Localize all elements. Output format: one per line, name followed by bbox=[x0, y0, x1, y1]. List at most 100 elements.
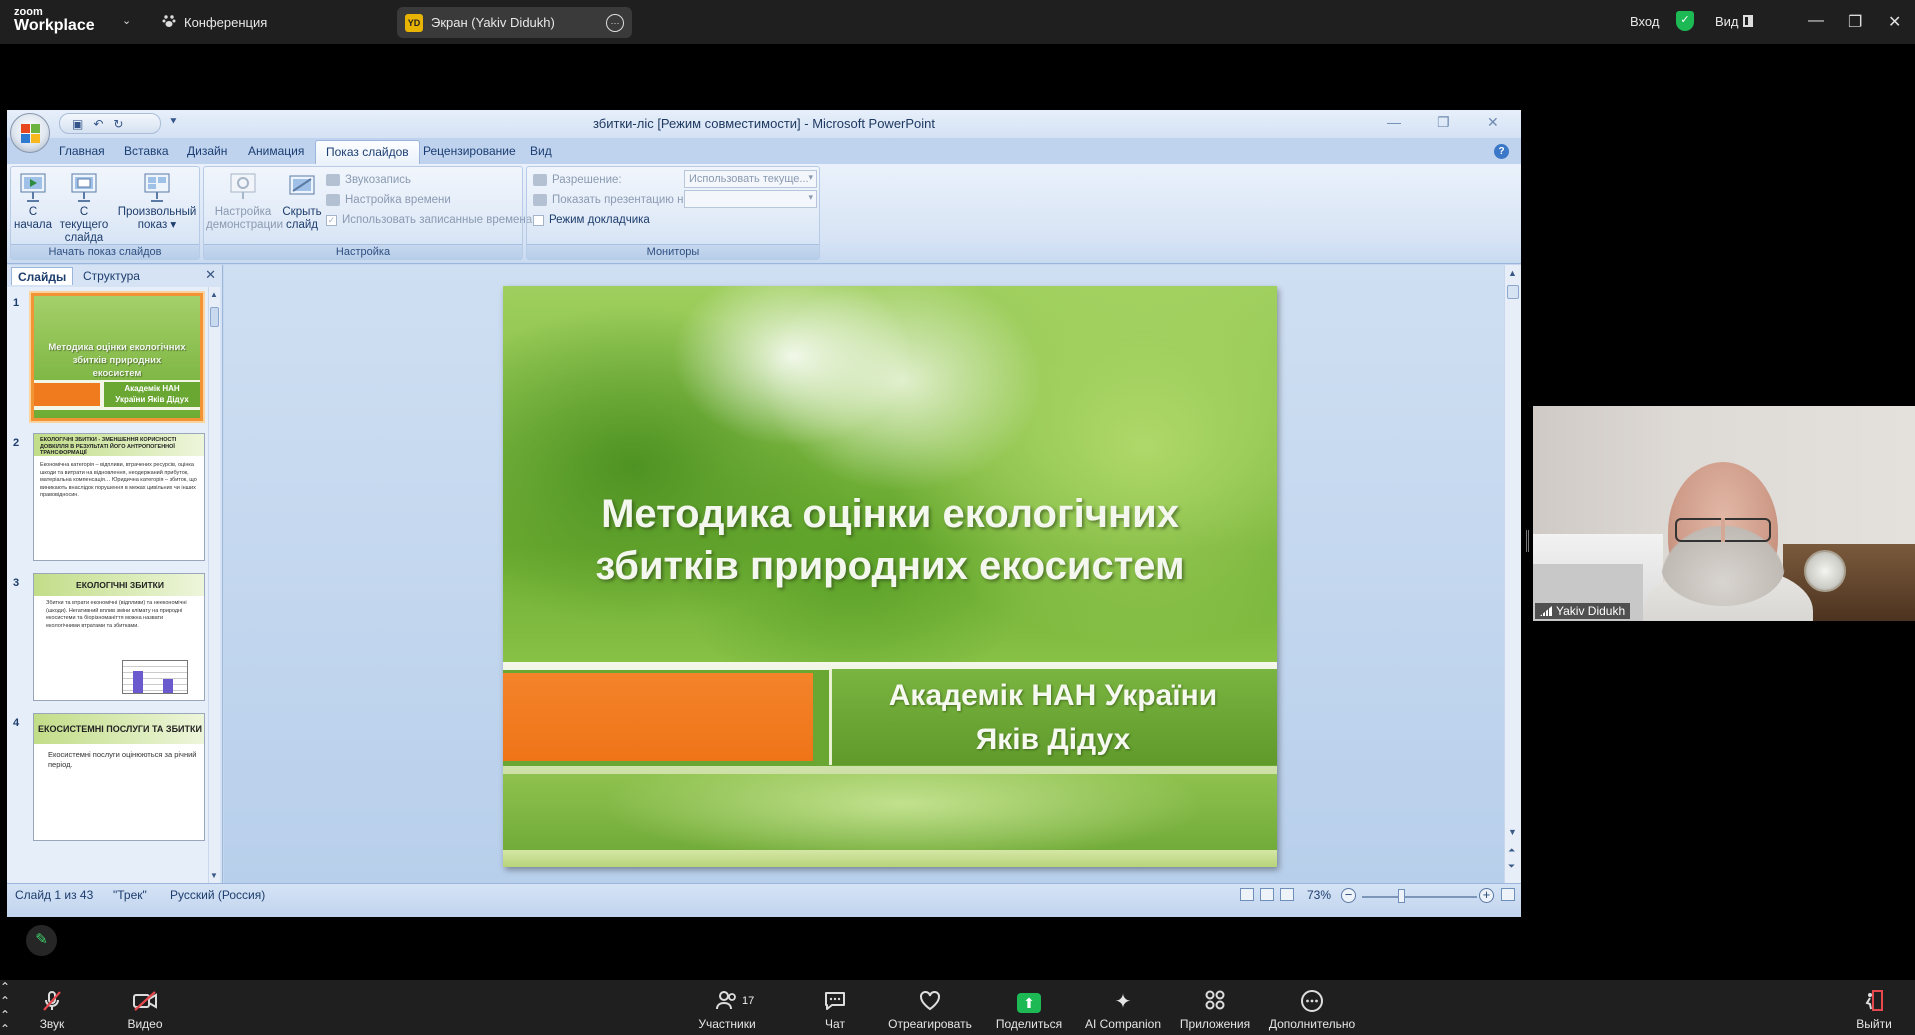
heart-icon bbox=[884, 989, 976, 1017]
from-beginning-button[interactable]: С начала bbox=[13, 171, 53, 232]
customize-qat-icon[interactable]: ⯆ bbox=[169, 116, 178, 129]
signin-button[interactable]: Вход bbox=[1630, 14, 1659, 29]
apps-button[interactable]: Приложения bbox=[1176, 980, 1254, 1035]
participants-button[interactable]: Участники bbox=[692, 980, 762, 1035]
thumb-number: 1 bbox=[13, 297, 20, 309]
slide-thumbnail-3[interactable]: ЕКОЛОГІЧНІ ЗБИТКИ Збитки та втрати еконо… bbox=[33, 573, 205, 701]
record-narration-button[interactable]: Звукозапись bbox=[326, 171, 411, 189]
resolution-select[interactable]: Использовать текуще... ▾ bbox=[684, 170, 817, 188]
panel-close-icon[interactable]: ✕ bbox=[205, 267, 216, 283]
ribbon: С начала С текущего слайда Произвольный … bbox=[7, 164, 1521, 264]
current-slide[interactable]: Методика оцінки екологічних збитків прир… bbox=[503, 286, 1277, 867]
ppt-close-icon[interactable]: ✕ bbox=[1487, 114, 1499, 131]
slide-counter: Слайд 1 из 43 bbox=[15, 888, 94, 902]
ppt-minimize-icon[interactable]: — bbox=[1387, 114, 1401, 130]
ppt-restore-icon[interactable]: ❐ bbox=[1437, 114, 1450, 131]
help-icon[interactable]: ? bbox=[1494, 144, 1509, 159]
slide-thumbnail-1[interactable]: Методика оцінки екологічних збитків прир… bbox=[31, 293, 203, 421]
react-button[interactable]: Отреагировать bbox=[884, 980, 976, 1035]
thumbnail-scrollbar[interactable]: ▲ ▼ bbox=[208, 287, 220, 883]
scroll-thumb[interactable] bbox=[1507, 285, 1519, 299]
scroll-down-icon[interactable]: ▼ bbox=[210, 871, 218, 880]
zoom-in-icon[interactable]: + bbox=[1479, 888, 1494, 903]
conference-menu[interactable]: Конференция bbox=[162, 14, 267, 31]
ppt-title: збитки-ліс [Режим совместимости] - Micro… bbox=[592, 116, 936, 131]
dropdown-arrow-icon: ▾ bbox=[808, 192, 813, 202]
participant-video-tile[interactable]: Yakiv Didukh bbox=[1533, 406, 1915, 621]
slides-panel: Слайды Структура ✕ 1 Методика оцінки еко… bbox=[7, 265, 223, 883]
security-shield-icon[interactable]: ✓ bbox=[1676, 11, 1694, 31]
redo-icon[interactable]: ↻ bbox=[113, 117, 123, 131]
view-button[interactable]: Вид bbox=[1715, 14, 1739, 29]
tab-insert[interactable]: Вставка bbox=[124, 144, 169, 158]
tab-slideshow[interactable]: Показ слайдов bbox=[315, 140, 420, 165]
thumbnail-list: 1 Методика оцінки екологічних збитків пр… bbox=[7, 287, 209, 883]
language-indicator[interactable]: Русский (Россия) bbox=[170, 888, 265, 902]
zoom-out-icon[interactable]: − bbox=[1341, 888, 1356, 903]
zoom-slider-track[interactable] bbox=[1362, 896, 1477, 898]
ai-companion-button[interactable]: ✦ AI Companion bbox=[1082, 980, 1164, 1035]
normal-view-icon[interactable] bbox=[1240, 888, 1254, 901]
video-button[interactable]: Видео bbox=[122, 980, 168, 1035]
presenter-view-checkbox[interactable]: Режим докладчика bbox=[533, 211, 650, 229]
chat-button[interactable]: Чат bbox=[812, 980, 858, 1035]
chevron-down-icon[interactable]: ⌄ bbox=[122, 14, 131, 27]
editor-scrollbar[interactable]: ▲ ▼ ⏶ ⏷ bbox=[1504, 265, 1521, 883]
fit-to-window-icon[interactable] bbox=[1501, 888, 1515, 901]
close-icon[interactable]: ✕ bbox=[1888, 12, 1901, 32]
slideshow-current-icon bbox=[69, 171, 99, 203]
from-current-slide-button[interactable]: С текущего слайда bbox=[55, 171, 113, 245]
slideshow-view-icon[interactable] bbox=[1280, 888, 1294, 901]
restore-icon[interactable]: ❐ bbox=[1848, 12, 1862, 32]
tab-animation[interactable]: Анимация bbox=[248, 144, 304, 158]
undo-icon[interactable]: ↶ bbox=[93, 117, 103, 131]
more-button[interactable]: Дополнительно bbox=[1266, 980, 1358, 1035]
screen-share-indicator[interactable]: YD Экран (Yakiv Didukh) ··· bbox=[397, 7, 632, 38]
tab-view[interactable]: Вид bbox=[530, 144, 552, 158]
save-icon[interactable]: ▣ bbox=[72, 117, 83, 131]
view-layout-icon[interactable] bbox=[1743, 15, 1753, 27]
resize-handle[interactable] bbox=[1526, 530, 1529, 552]
slide-thumbnail-4[interactable]: ЕКОСИСТЕМНІ ПОСЛУГИ ТА ЗБИТКИ Екосистемн… bbox=[33, 713, 205, 841]
zoom-slider-thumb[interactable] bbox=[1398, 889, 1405, 903]
screen-share-label: Экран (Yakiv Didukh) bbox=[431, 15, 555, 30]
theme-name: "Трек" bbox=[113, 888, 147, 902]
previous-slide-icon[interactable]: ⏶ bbox=[1508, 845, 1515, 856]
minimize-icon[interactable]: — bbox=[1808, 12, 1824, 30]
audio-button[interactable]: Звук bbox=[30, 980, 74, 1035]
slide-orange-block bbox=[503, 673, 813, 761]
office-button[interactable] bbox=[10, 113, 50, 153]
slide-sorter-icon[interactable] bbox=[1260, 888, 1274, 901]
annotate-pencil-icon[interactable]: ✎ bbox=[26, 925, 57, 956]
custom-show-button[interactable]: Произвольный показ ▾ bbox=[116, 171, 198, 232]
leave-button[interactable]: Выйти bbox=[1852, 980, 1896, 1035]
slide-thumbnail-2[interactable]: ЕКОЛОГІЧНІ ЗБИТКИ - ЗМЕНШЕННЯ КОРИСНОСТІ… bbox=[33, 433, 205, 561]
tab-home[interactable]: Главная bbox=[59, 144, 105, 158]
tab-slides[interactable]: Слайды bbox=[11, 267, 74, 285]
chart-thumbnail bbox=[122, 660, 188, 694]
scroll-up-icon[interactable]: ▲ bbox=[1508, 268, 1517, 278]
zoom-level[interactable]: 73% bbox=[1307, 888, 1331, 902]
more-options-icon[interactable]: ··· bbox=[606, 13, 624, 32]
next-slide-icon[interactable]: ⏷ bbox=[1508, 861, 1515, 872]
tab-design[interactable]: Дизайн bbox=[187, 144, 227, 158]
scroll-thumb[interactable] bbox=[210, 307, 219, 327]
tab-review[interactable]: Рецензирование bbox=[423, 144, 516, 158]
show-on-select[interactable]: ▾ bbox=[684, 190, 817, 208]
rehearse-timings-button[interactable]: Настройка времени bbox=[326, 191, 451, 209]
show-on-label: Показать презентацию на: bbox=[533, 191, 693, 209]
share-button[interactable]: ⬆ Поделиться bbox=[992, 980, 1066, 1035]
use-timings-checkbox[interactable]: ✓ Использовать записанные времена bbox=[326, 211, 532, 229]
scroll-up-icon[interactable]: ▲ bbox=[210, 290, 218, 299]
slide-title[interactable]: Методика оцінки екологічних збитків прир… bbox=[503, 488, 1277, 592]
paw-icon bbox=[162, 14, 176, 31]
tab-outline[interactable]: Структура bbox=[77, 267, 146, 285]
scroll-down-icon[interactable]: ▼ bbox=[1508, 827, 1517, 837]
zoom-logo: zoom Workplace bbox=[14, 6, 95, 34]
apps-icon bbox=[1176, 989, 1254, 1017]
custom-show-icon bbox=[142, 171, 172, 203]
slide-subtitle[interactable]: Академік НАН України Яків Дідух bbox=[829, 674, 1277, 762]
hide-slide-button[interactable]: Скрыть слайд bbox=[282, 171, 322, 232]
camera-off-icon bbox=[122, 989, 168, 1017]
setup-show-button[interactable]: Настройка демонстрации bbox=[206, 171, 283, 232]
